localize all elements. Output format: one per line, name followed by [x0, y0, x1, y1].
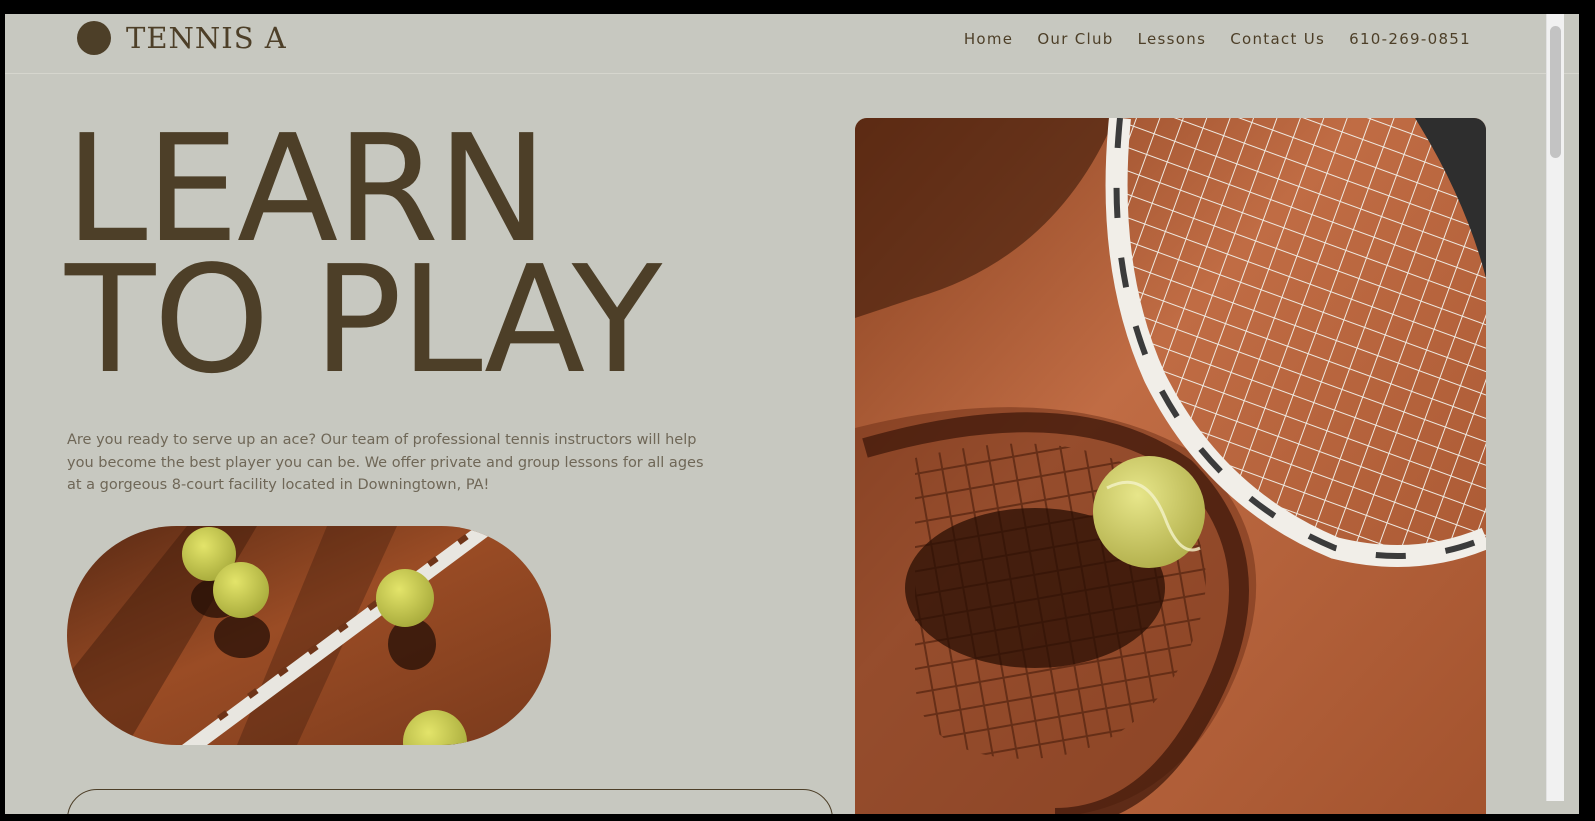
logo-circle-icon[interactable]: [77, 21, 111, 55]
nav-home[interactable]: Home: [964, 30, 1014, 48]
brand-name[interactable]: TENNIS A: [126, 21, 287, 55]
main-nav: Home Our Club Lessons Contact Us 610-269…: [964, 30, 1471, 48]
site-header: TENNIS A Home Our Club Lessons Contact U…: [5, 14, 1579, 74]
nav-lessons[interactable]: Lessons: [1138, 30, 1207, 48]
racket-ball-photo: [855, 118, 1486, 814]
nav-phone-link[interactable]: 610-269-0851: [1349, 30, 1471, 48]
nav-contact-us[interactable]: Contact Us: [1230, 30, 1325, 48]
headline-line-2: TO PLAY: [65, 234, 662, 406]
page-scrollbar[interactable]: [1546, 14, 1564, 801]
hero-intro-text: Are you ready to serve up an ace? Our te…: [67, 432, 704, 493]
tennis-balls-photo: [67, 526, 551, 745]
scrollbar-thumb[interactable]: [1550, 26, 1561, 158]
cta-outline-shape[interactable]: [67, 789, 833, 814]
browser-viewport: TENNIS A Home Our Club Lessons Contact U…: [5, 14, 1579, 814]
nav-our-club[interactable]: Our Club: [1037, 30, 1113, 48]
hero-headline: LEARN TO PLAY: [65, 115, 662, 406]
